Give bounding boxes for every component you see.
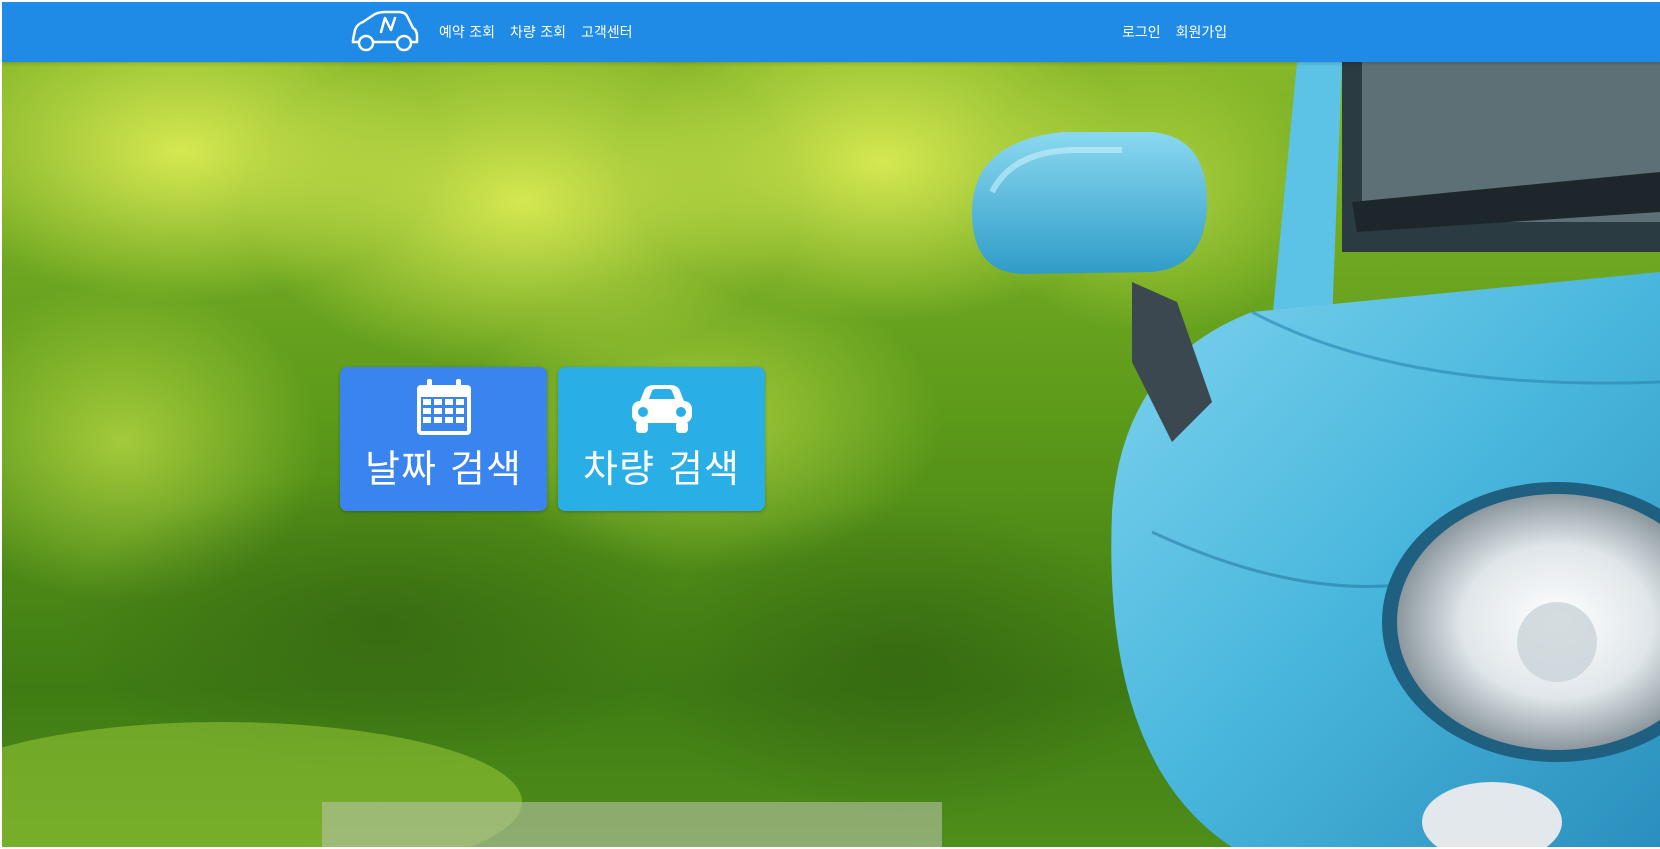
search-tiles: 날짜 검색 차량 검색 bbox=[340, 367, 765, 511]
account-nav: 로그인 회원가입 bbox=[1122, 2, 1227, 62]
main-nav: 예약 조회 차량 조회 고객센터 bbox=[439, 2, 633, 62]
hero-banner: 날짜 검색 차량 검색 bbox=[2, 62, 1660, 847]
calendar-icon bbox=[416, 379, 471, 435]
login-link[interactable]: 로그인 bbox=[1122, 22, 1161, 42]
car-logo-icon[interactable] bbox=[347, 10, 421, 54]
hero-background-image bbox=[2, 62, 1660, 847]
nav-reservation-lookup[interactable]: 예약 조회 bbox=[439, 22, 495, 42]
nav-customer-center[interactable]: 고객센터 bbox=[581, 22, 633, 42]
date-search-button[interactable]: 날짜 검색 bbox=[340, 367, 547, 511]
top-navbar: 예약 조회 차량 조회 고객센터 로그인 회원가입 bbox=[2, 2, 1660, 62]
nav-vehicle-lookup[interactable]: 차량 조회 bbox=[510, 22, 566, 42]
date-search-label: 날짜 검색 bbox=[365, 447, 522, 491]
vehicle-search-label: 차량 검색 bbox=[583, 447, 740, 491]
car-icon bbox=[631, 385, 692, 433]
page: 예약 조회 차량 조회 고객센터 로그인 회원가입 날짜 검색 차량 검색 bbox=[2, 2, 1660, 847]
signup-link[interactable]: 회원가입 bbox=[1176, 22, 1228, 42]
vehicle-search-button[interactable]: 차량 검색 bbox=[558, 367, 765, 511]
